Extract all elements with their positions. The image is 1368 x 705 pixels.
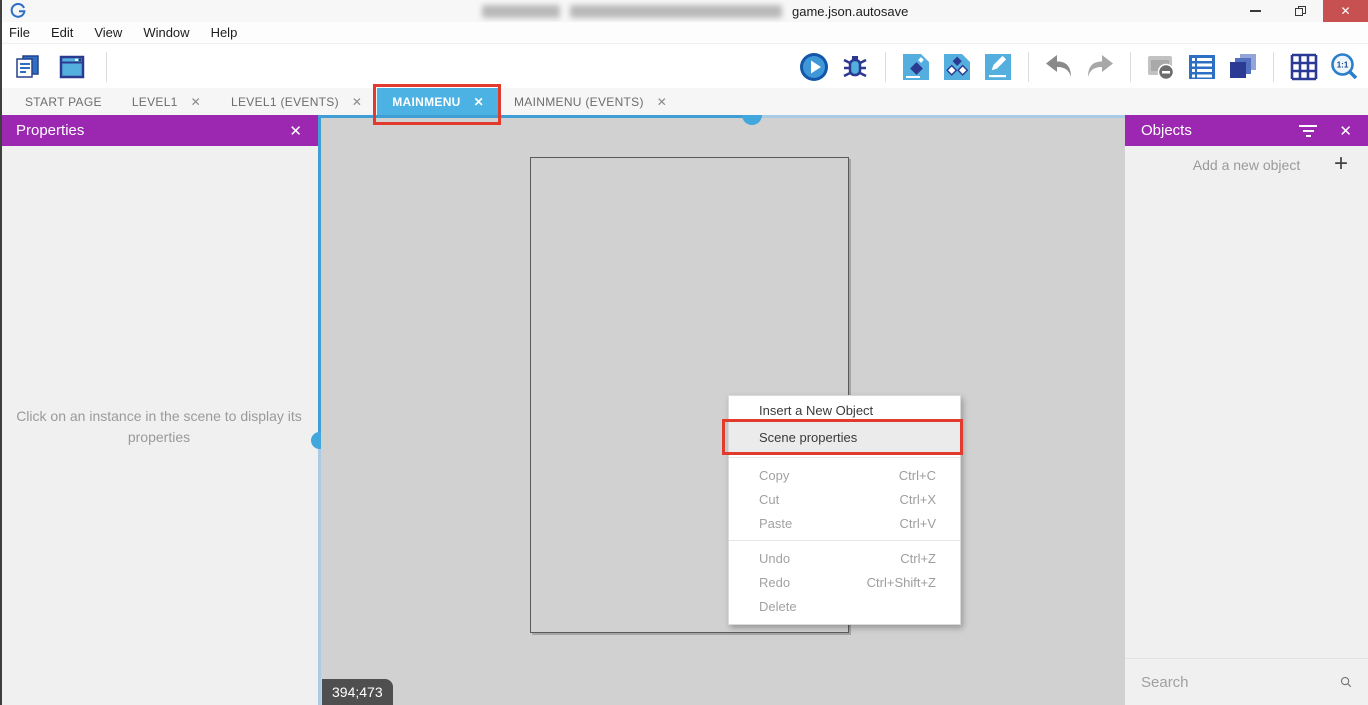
toolbar-divider (885, 52, 886, 82)
main-area: Properties Click on an instance in the s… (0, 115, 1368, 705)
search-input[interactable] (1141, 674, 1340, 691)
context-menu-item-copy[interactable]: Copy Ctrl+C (729, 463, 960, 487)
shortcut-label: Ctrl+V (900, 516, 936, 531)
restore-icon (1295, 6, 1306, 16)
undo-arrow-icon[interactable] (1044, 52, 1074, 82)
shortcut-label: Ctrl+Shift+Z (867, 575, 936, 590)
objects-search-bar (1125, 658, 1368, 705)
menu-edit[interactable]: Edit (51, 25, 73, 40)
titlebar: game.json.autosave (0, 0, 1368, 22)
properties-empty-message: Click on an instance in the scene to dis… (0, 406, 318, 448)
tab-close-icon[interactable] (191, 95, 201, 109)
tab-close-icon[interactable] (474, 95, 484, 109)
search-icon[interactable] (1340, 672, 1352, 692)
zoom-original-icon[interactable]: 1:1 (1330, 52, 1360, 82)
context-menu-item-undo[interactable]: Undo Ctrl+Z (729, 546, 960, 570)
close-panel-icon[interactable] (289, 122, 302, 140)
shortcut-label: Ctrl+X (900, 492, 936, 507)
redacted-title-segment (482, 5, 560, 18)
toolbar: 1:1 (0, 45, 1368, 88)
objects-panel-header: Objects (1125, 115, 1368, 146)
layers-icon[interactable] (1228, 52, 1258, 82)
context-menu-item-redo[interactable]: Redo Ctrl+Shift+Z (729, 570, 960, 594)
shortcut-label: Ctrl+C (899, 468, 936, 483)
gdevelop-window: game.json.autosave File Edit View Window… (0, 0, 1368, 705)
context-menu-item-paste[interactable]: Paste Ctrl+V (729, 511, 960, 535)
objects-panel: Objects Add a new object (1125, 115, 1368, 705)
tab-bar: START PAGE LEVEL1 LEVEL1 (EVENTS) MAINME… (0, 88, 1368, 115)
minimize-icon (1250, 10, 1261, 12)
toolbar-divider (106, 52, 107, 82)
redo-arrow-icon[interactable] (1085, 52, 1115, 82)
cursor-coordinates-badge: 394;473 (322, 679, 393, 705)
menu-view[interactable]: View (94, 25, 122, 40)
context-menu: Insert a New Object Scene properties Cop… (728, 395, 961, 625)
tab-label: LEVEL1 (EVENTS) (231, 95, 339, 109)
grid-icon[interactable] (1289, 52, 1319, 82)
start-page-window-icon[interactable] (57, 52, 87, 82)
instances-list-icon[interactable] (1187, 52, 1217, 82)
project-manager-icon[interactable] (12, 52, 42, 82)
plus-icon[interactable] (1334, 150, 1348, 178)
splitter-drag-handle[interactable] (742, 115, 762, 125)
properties-panel: Properties Click on an instance in the s… (0, 115, 318, 705)
toolbar-right-group: 1:1 (799, 52, 1360, 82)
tab-level1-events[interactable]: LEVEL1 (EVENTS) (216, 88, 377, 115)
gdevelop-logo-icon (10, 3, 26, 19)
context-menu-item-delete[interactable]: Delete (729, 594, 960, 618)
launch-preview-play-icon[interactable] (799, 52, 829, 82)
window-title: game.json.autosave (482, 2, 908, 20)
tab-level1[interactable]: LEVEL1 (117, 88, 216, 115)
tab-label: MAINMENU (EVENTS) (514, 95, 644, 109)
toolbar-divider (1130, 52, 1131, 82)
tab-label: LEVEL1 (132, 95, 178, 109)
close-panel-icon[interactable] (1339, 122, 1352, 140)
menu-bar: File Edit View Window Help (0, 22, 1368, 44)
menu-help[interactable]: Help (211, 25, 238, 40)
add-new-object-label: Add a new object (1125, 157, 1368, 173)
tab-close-icon[interactable] (657, 95, 667, 109)
tab-label: MAINMENU (392, 95, 460, 109)
tab-mainmenu[interactable]: MAINMENU (377, 88, 499, 115)
tab-mainmenu-events[interactable]: MAINMENU (EVENTS) (499, 88, 682, 115)
add-objects-page-icon[interactable] (942, 52, 972, 82)
context-menu-item-scene-properties[interactable]: Scene properties (729, 422, 960, 452)
scene-canvas[interactable]: Insert a New Object Scene properties Cop… (321, 115, 1125, 705)
filter-icon[interactable] (1299, 125, 1317, 137)
tab-label: START PAGE (25, 95, 102, 109)
restore-button[interactable] (1278, 0, 1323, 22)
debugger-bug-icon[interactable] (840, 52, 870, 82)
context-menu-separator (729, 540, 960, 541)
window-controls (1233, 0, 1368, 22)
window-title-text: game.json.autosave (792, 4, 908, 19)
shortcut-label: Ctrl+Z (900, 551, 936, 566)
redacted-path-segment (570, 5, 782, 18)
properties-panel-header: Properties (0, 115, 318, 146)
toolbar-divider (1273, 52, 1274, 82)
context-menu-item-insert-new-object[interactable]: Insert a New Object (729, 398, 960, 422)
mask-disabled-film-icon[interactable] (1146, 52, 1176, 82)
edit-scene-pencil-icon[interactable] (983, 52, 1013, 82)
properties-panel-title: Properties (16, 122, 84, 139)
window-left-border (0, 0, 2, 705)
context-menu-separator (729, 457, 960, 458)
toolbar-left-group (12, 52, 111, 82)
add-object-page-icon[interactable] (901, 52, 931, 82)
horizontal-splitter[interactable] (321, 115, 1125, 118)
minimize-button[interactable] (1233, 0, 1278, 22)
objects-panel-title: Objects (1141, 122, 1192, 139)
toolbar-divider (1028, 52, 1029, 82)
add-new-object-row[interactable]: Add a new object (1125, 146, 1368, 184)
svg-text:1:1: 1:1 (1337, 60, 1349, 69)
tab-start-page[interactable]: START PAGE (10, 88, 117, 115)
menu-window[interactable]: Window (143, 25, 189, 40)
tab-close-icon[interactable] (352, 95, 362, 109)
menu-file[interactable]: File (9, 25, 30, 40)
context-menu-item-cut[interactable]: Cut Ctrl+X (729, 487, 960, 511)
close-button[interactable] (1323, 0, 1368, 22)
